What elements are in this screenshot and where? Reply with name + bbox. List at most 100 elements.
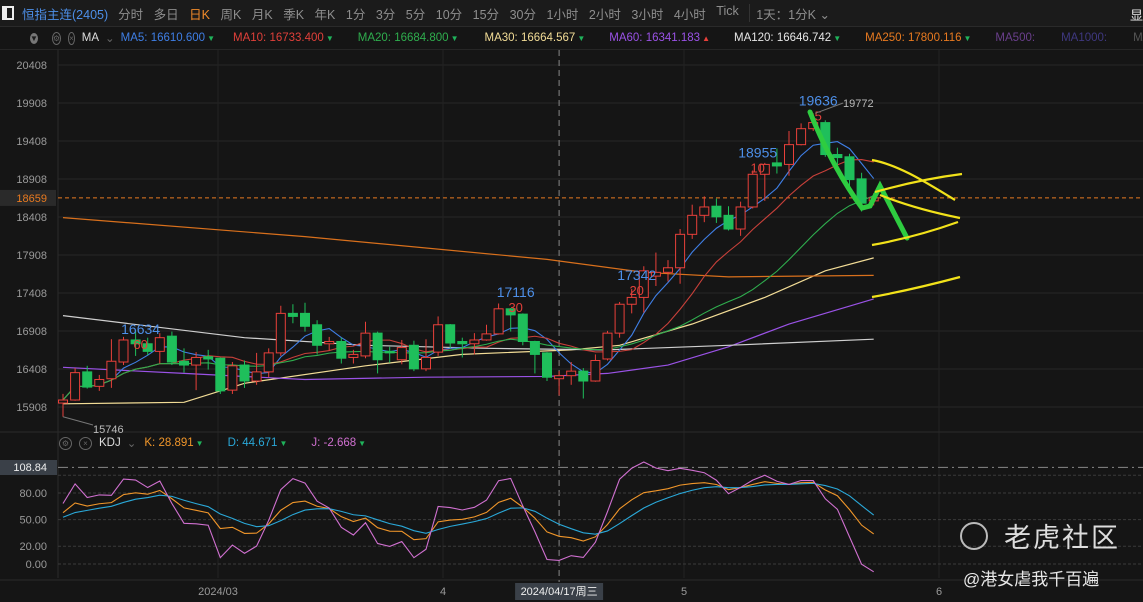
candle-up <box>106 360 117 380</box>
watermark-logo: 老虎社区 <box>960 516 1120 555</box>
watermark-author: @港女虐我千百遍 <box>963 570 1100 589</box>
candle-down <box>336 340 347 359</box>
ma-cross-price: 19636 <box>799 93 838 109</box>
ma-cross-days: 10 <box>750 160 764 175</box>
ma-cross-price: 17116 <box>497 284 535 300</box>
kdj-k-label: K: <box>144 437 156 449</box>
candle-up <box>191 356 202 366</box>
hand-drawn-yellow-line <box>871 275 961 299</box>
candle-up <box>433 324 444 353</box>
high-price-label: 19772 <box>843 98 874 110</box>
candle-down <box>844 156 855 181</box>
candle-up <box>602 332 613 360</box>
ma-cross-days: 20 <box>629 283 643 298</box>
price-axis-label: 16408 <box>16 364 47 376</box>
candle-up <box>154 337 165 352</box>
hand-drawn-yellow-line <box>874 172 963 194</box>
x-axis-label: 4 <box>440 586 446 598</box>
candle-up <box>590 359 601 382</box>
candle-up <box>324 340 335 345</box>
candle-down <box>578 370 589 382</box>
ma-line-ma60 <box>62 298 874 381</box>
price-axis-label: 16908 <box>16 326 47 338</box>
kdj-d-value: 44.671 <box>242 437 278 449</box>
close-icon[interactable]: × <box>79 436 92 450</box>
crosshair-date-label: 2024/04/17周三 <box>521 585 598 598</box>
hand-drawn-yellow-line <box>871 220 959 247</box>
candle-down <box>542 352 552 378</box>
price-axis-label: 18908 <box>16 174 47 186</box>
candle-down <box>166 335 177 363</box>
candle-up <box>687 214 698 235</box>
kdj-axis-label: 80.00 <box>19 488 47 500</box>
candle-up <box>348 353 359 358</box>
candle-up <box>566 370 577 377</box>
ma-line-ma250 <box>62 217 874 278</box>
candle-down <box>203 356 214 360</box>
candle-up <box>481 333 492 341</box>
candle-up <box>663 267 673 273</box>
candle-down <box>82 371 93 388</box>
chart-canvas[interactable]: 20408 19908 19408 18908 18408 17908 17408 16908… <box>0 0 1143 602</box>
candle-down <box>771 162 782 167</box>
candle-up <box>747 173 758 208</box>
kdj-j-label: J: <box>311 437 321 449</box>
candle-down <box>408 344 419 370</box>
candle-down <box>287 312 298 317</box>
candle-up <box>94 378 105 387</box>
kdj-indicator-select[interactable]: KDJ <box>99 437 121 449</box>
candle-up <box>360 332 371 357</box>
down-arrow-icon: ▼ <box>358 438 367 448</box>
candle-up <box>493 308 504 335</box>
kdj-k-line <box>62 481 875 542</box>
ma-cross-days: 30 <box>508 300 522 315</box>
candle-up <box>70 372 81 401</box>
candle-down <box>445 324 456 344</box>
kdj-axis-label: 0.00 <box>26 559 47 571</box>
candle-up <box>263 352 274 373</box>
candle-up <box>58 399 68 404</box>
ma-cross-price: 18955 <box>738 144 777 160</box>
candle-down <box>529 340 540 355</box>
candle-up <box>675 233 686 269</box>
candle-up <box>118 339 129 363</box>
candle-up <box>275 312 286 354</box>
candle-down <box>239 364 250 382</box>
chevron-down-icon[interactable]: ⌄ <box>127 436 137 450</box>
kdj-highlight-label: 108.84 <box>13 462 47 474</box>
gear-icon[interactable]: ⚙ <box>59 436 72 450</box>
candle-down <box>179 360 189 366</box>
kdj-axis-label: 50.00 <box>19 515 47 527</box>
candle-up <box>784 144 794 165</box>
candle-up <box>735 206 746 230</box>
candle-down <box>723 214 734 230</box>
kdj-j-value: -2.668 <box>323 437 357 449</box>
candle-down <box>300 312 310 327</box>
x-axis-label: 6 <box>936 586 942 598</box>
tiger-logo-icon <box>960 521 988 550</box>
kdj-j-line <box>62 461 874 573</box>
price-axis-label: 17408 <box>16 288 47 300</box>
price-axis-label: 19408 <box>16 136 47 148</box>
candle-down <box>517 313 528 342</box>
candle-up <box>796 128 807 146</box>
price-axis-label: 17908 <box>16 250 47 262</box>
down-arrow-icon: ▼ <box>279 438 288 448</box>
candle-down <box>832 154 843 159</box>
ma-cross-days: 60 <box>133 337 147 352</box>
candle-down <box>457 340 468 345</box>
candle-down <box>312 324 323 346</box>
candle-up <box>554 375 565 380</box>
kdj-axis-label: 20.00 <box>19 541 47 553</box>
candle-up <box>614 303 625 334</box>
candle-down <box>215 357 226 392</box>
candle-up <box>699 206 710 216</box>
ma-cross-price: 16634 <box>121 321 160 337</box>
candle-down <box>711 205 722 218</box>
price-axis-label: 20408 <box>16 60 47 72</box>
kdj-d-label: D: <box>227 437 240 449</box>
candle-up <box>251 371 262 382</box>
price-axis-label: 18408 <box>16 212 47 224</box>
ma-cross-price: 17342 <box>617 267 656 283</box>
kdj-k-value: 28.891 <box>158 437 194 449</box>
